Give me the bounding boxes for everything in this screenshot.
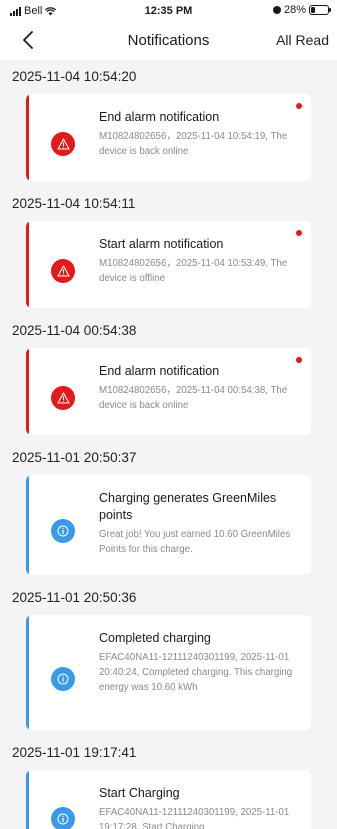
unread-indicator xyxy=(296,230,302,236)
notification-accent-bar xyxy=(26,475,29,575)
notification-card[interactable]: End alarm notification M10824802656，2025-… xyxy=(26,348,311,435)
notification-date: 2025-11-04 10:54:11 xyxy=(12,196,136,211)
battery-percent: 28% xyxy=(283,4,306,16)
info-icon xyxy=(51,519,75,543)
battery-icon xyxy=(309,5,331,15)
notification-description: Great job! You just earned 10.60 GreenMi… xyxy=(99,529,291,555)
notification-date: 2025-11-01 20:50:36 xyxy=(12,590,137,605)
nav-bar: Notifications All Read xyxy=(0,22,337,60)
unread-indicator xyxy=(296,357,302,363)
notification-date: 2025-11-01 19:17:41 xyxy=(12,745,137,760)
notification-card[interactable]: Start alarm notification M10824802656，202… xyxy=(26,221,311,308)
notification-title: Start Charging xyxy=(99,786,180,800)
battery-status: 28% xyxy=(272,4,331,16)
warning-icon xyxy=(51,385,75,410)
alarm-clock-icon xyxy=(272,6,281,14)
unread-indicator xyxy=(296,103,302,109)
notification-date: 2025-11-01 20:50:37 xyxy=(12,450,137,465)
all-read-button[interactable]: All Read xyxy=(276,32,329,48)
notification-title: End alarm notification xyxy=(99,364,220,378)
notification-title: End alarm notification xyxy=(99,110,220,124)
notification-date: 2025-11-04 00:54:38 xyxy=(12,323,137,338)
notification-accent-bar xyxy=(26,615,29,730)
notification-accent-bar xyxy=(26,348,29,435)
notification-accent-bar xyxy=(26,770,29,829)
notification-list: 2025-11-04 10:54:20 End alarm notificatio… xyxy=(0,60,337,829)
notification-description: M10824802656，2025-11-04 10:53:49, The de… xyxy=(99,258,288,284)
notification-card[interactable]: End alarm notification M10824802656，2025-… xyxy=(26,94,311,181)
warning-icon xyxy=(51,258,75,283)
info-icon xyxy=(51,807,75,829)
notification-title: Completed charging xyxy=(99,631,211,645)
notification-description: M10824802656，2025-11-04 00:54:38, The de… xyxy=(99,385,288,411)
notification-title: Charging generates GreenMiles points xyxy=(99,491,277,522)
notification-card[interactable]: Charging generates GreenMiles points Grea… xyxy=(26,475,311,575)
warning-icon xyxy=(51,131,75,156)
info-icon xyxy=(51,666,75,691)
notification-content: Charging generates GreenMiles points Grea… xyxy=(26,475,311,557)
notification-title: Start alarm notification xyxy=(99,237,224,251)
notification-accent-bar xyxy=(26,221,29,308)
notification-date: 2025-11-04 10:54:20 xyxy=(12,69,137,84)
notification-description: M10824802656，2025-11-04 10:54:19, The de… xyxy=(99,131,288,157)
status-bar: Bell 12:35 PM 28% xyxy=(0,0,337,22)
notification-accent-bar xyxy=(26,94,29,181)
notification-description: EFAC40NA11-12111240301199, 2025-11-01 19… xyxy=(99,807,290,829)
notification-card[interactable]: Start Charging EFAC40NA11-12111240301199,… xyxy=(26,770,311,829)
notification-card[interactable]: Completed charging EFAC40NA11-12111240301… xyxy=(26,615,311,730)
notification-description: EFAC40NA11-12111240301199, 2025-11-01 20… xyxy=(99,652,293,693)
